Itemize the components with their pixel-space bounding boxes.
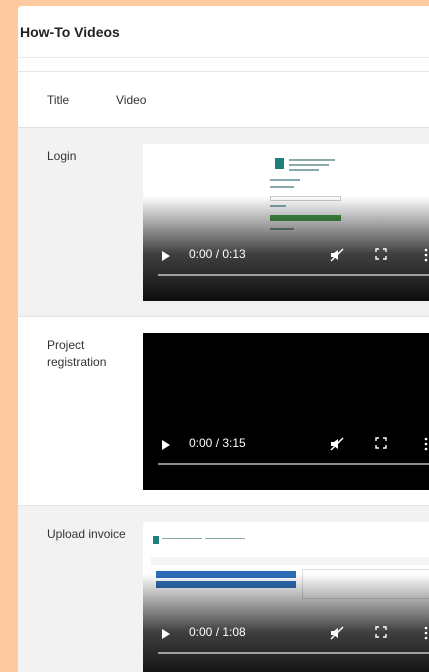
table-row: Login 0:00 / 0:13 <box>18 128 429 317</box>
play-icon[interactable] <box>162 440 170 450</box>
video-progress-bar[interactable] <box>158 652 429 654</box>
muted-speaker-icon[interactable] <box>329 436 345 452</box>
panel-title: How-To Videos <box>20 23 120 40</box>
more-options-icon[interactable] <box>421 436 429 452</box>
muted-speaker-icon[interactable] <box>329 625 345 641</box>
play-icon[interactable] <box>162 251 170 261</box>
video-time: 0:00 / 3:15 <box>189 436 246 450</box>
how-to-videos-panel: How-To Videos Title Video Login 0:00 / 0… <box>18 6 429 672</box>
header-spacer <box>18 58 429 72</box>
video-player-project-registration[interactable]: 0:00 / 3:15 <box>143 333 429 490</box>
video-controls: 0:00 / 3:15 <box>143 430 429 490</box>
table-header: Title Video <box>18 72 429 128</box>
more-options-icon[interactable] <box>421 247 429 263</box>
fullscreen-icon[interactable] <box>375 248 387 260</box>
more-options-icon[interactable] <box>421 625 429 641</box>
video-time: 0:00 / 0:13 <box>189 247 246 261</box>
video-progress-bar[interactable] <box>158 463 429 465</box>
poster-logo <box>275 158 284 169</box>
muted-speaker-icon[interactable] <box>329 247 345 263</box>
poster-text-line <box>270 179 300 181</box>
video-title: Project registration <box>47 338 107 369</box>
table-row: Project registration 0:00 / 3:15 <box>18 317 429 506</box>
video-title: Login <box>47 149 77 163</box>
video-cell: 0:00 / 0:13 <box>143 128 429 316</box>
panel-header: How-To Videos <box>18 6 429 58</box>
poster-text-line <box>270 186 294 188</box>
column-header-video: Video <box>116 92 147 107</box>
video-controls: 0:00 / 0:13 <box>143 241 429 301</box>
video-title: Upload invoice <box>47 527 126 541</box>
poster-text-line <box>289 159 335 161</box>
video-cell: 0:00 / 1:08 <box>143 506 429 672</box>
play-icon[interactable] <box>162 629 170 639</box>
poster-text-line <box>162 538 202 539</box>
fullscreen-icon[interactable] <box>375 437 387 449</box>
video-player-upload-invoice[interactable]: 0:00 / 1:08 <box>143 522 429 672</box>
table-row: Upload invoice 0:00 / 1:08 <box>18 506 429 672</box>
video-cell: 0:00 / 3:15 <box>143 317 429 505</box>
poster-text-line <box>205 538 245 539</box>
video-controls: 0:00 / 1:08 <box>143 619 429 672</box>
video-progress-bar[interactable] <box>158 274 429 276</box>
fullscreen-icon[interactable] <box>375 626 387 638</box>
poster-banner <box>151 557 429 565</box>
video-time: 0:00 / 1:08 <box>189 625 246 639</box>
column-header-title: Title <box>47 92 70 107</box>
poster-text-line <box>289 164 329 166</box>
video-player-login[interactable]: 0:00 / 0:13 <box>143 144 429 301</box>
poster-logo <box>153 536 159 544</box>
poster-text-line <box>289 169 319 171</box>
